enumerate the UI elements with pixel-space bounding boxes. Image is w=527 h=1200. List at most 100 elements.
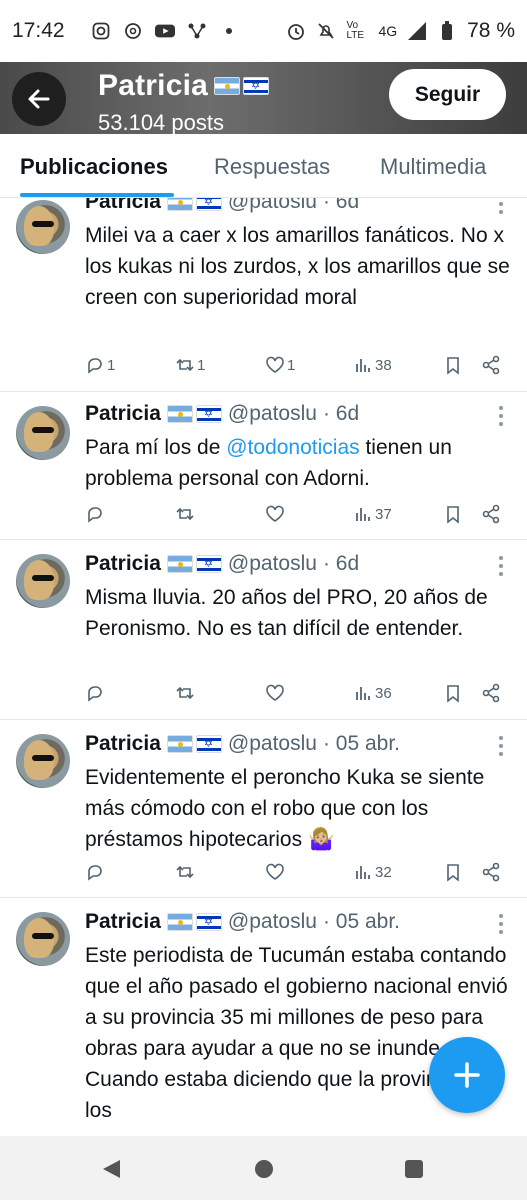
alarm-icon	[286, 21, 306, 41]
repost-button[interactable]	[175, 504, 195, 524]
repost-button[interactable]	[175, 862, 195, 882]
views-button[interactable]: 32	[353, 862, 392, 882]
like-icon	[266, 684, 284, 701]
nav-home-icon[interactable]	[253, 1158, 275, 1180]
share-icon	[482, 355, 500, 375]
tweet-actions: 36	[85, 683, 515, 709]
reply-button[interactable]	[85, 683, 105, 703]
share-button[interactable]	[481, 504, 501, 524]
status-time: 17:42	[12, 19, 65, 42]
tab-multimedia[interactable]: Multimedia	[380, 154, 486, 180]
battery-icon	[437, 21, 457, 41]
israel-flag-icon	[195, 405, 222, 423]
compose-button[interactable]	[429, 1037, 505, 1113]
instagram-icon	[91, 21, 111, 41]
israel-flag-icon	[243, 77, 269, 95]
more-options-icon[interactable]	[499, 198, 505, 218]
avatar[interactable]	[16, 912, 70, 966]
mute-icon	[316, 21, 336, 41]
tweet-header: Patricia @patoslu · 05 abr.	[85, 732, 400, 756]
like-button[interactable]	[265, 683, 285, 703]
more-options-icon[interactable]	[499, 556, 505, 580]
share-icon	[482, 504, 500, 524]
argentina-flag-icon	[166, 735, 193, 753]
argentina-flag-icon	[166, 555, 193, 573]
reply-button[interactable]	[85, 862, 105, 882]
like-button[interactable]	[265, 504, 285, 524]
reply-icon	[88, 865, 102, 881]
repost-icon	[176, 865, 194, 879]
tweet-header: Patricia @patoslu · 05 abr.	[85, 910, 400, 934]
status-bar: 17:42 Vo LTE 4G 78 %	[0, 0, 527, 62]
more-options-icon[interactable]	[499, 736, 505, 760]
profile-tabs: Publicaciones Respuestas Multimedia	[0, 134, 527, 198]
tweet-actions: 1 1 1 38	[85, 355, 515, 381]
like-icon	[266, 863, 284, 880]
dot-icon	[219, 21, 239, 41]
share-button[interactable]	[481, 355, 501, 375]
signal-icon	[407, 21, 427, 41]
share-button[interactable]	[481, 862, 501, 882]
repost-button[interactable]: 1	[175, 355, 205, 375]
compose-plus-icon	[454, 1062, 480, 1088]
avatar[interactable]	[16, 734, 70, 788]
tweet-header: Patricia @patoslu · 6d	[85, 552, 359, 576]
system-nav-bar	[0, 1136, 527, 1200]
flags	[214, 77, 269, 95]
more-options-icon[interactable]	[499, 406, 505, 430]
tweet-text: Misma lluvia. 20 años del PRO, 20 años d…	[85, 586, 488, 640]
argentina-flag-icon	[166, 198, 193, 211]
tweet-header: Patricia @patoslu · 6d	[85, 198, 359, 214]
bookmark-button[interactable]	[443, 683, 463, 703]
argentina-flag-icon	[166, 913, 193, 931]
views-button[interactable]: 36	[353, 683, 392, 703]
tab-publicaciones[interactable]: Publicaciones	[20, 154, 168, 180]
avatar[interactable]	[16, 406, 70, 460]
reply-button[interactable]: 1	[85, 355, 115, 375]
nav-recents-icon[interactable]	[403, 1158, 425, 1180]
tweet[interactable]: Patricia @patoslu · 6d Milei va a caer x…	[0, 198, 527, 392]
threads-icon	[123, 21, 143, 41]
mention-link[interactable]: @todonoticias	[226, 436, 359, 459]
back-button[interactable]	[12, 72, 66, 126]
views-icon	[356, 687, 370, 700]
network-share-icon	[187, 21, 207, 41]
share-icon	[482, 862, 500, 882]
bookmark-button[interactable]	[443, 504, 463, 524]
nav-back-icon[interactable]	[100, 1158, 122, 1180]
repost-icon	[176, 686, 194, 700]
views-button[interactable]: 37	[353, 504, 392, 524]
tweet[interactable]: Patricia @patoslu · 05 abr. Evidentement…	[0, 720, 527, 898]
youtube-icon	[154, 21, 175, 41]
battery-level: 78 %	[467, 19, 515, 42]
argentina-flag-icon	[166, 405, 193, 423]
bookmark-button[interactable]	[443, 355, 463, 375]
tweet-header: Patricia @patoslu · 6d	[85, 402, 359, 426]
bookmark-icon	[447, 357, 459, 375]
bookmark-icon	[447, 864, 459, 882]
tweet[interactable]: Patricia @patoslu · 6d Para mí los de @t…	[0, 392, 527, 540]
reply-button[interactable]	[85, 504, 105, 524]
follow-button[interactable]: Seguir	[389, 69, 506, 120]
share-button[interactable]	[481, 683, 501, 703]
bookmark-button[interactable]	[443, 862, 463, 882]
views-icon	[356, 359, 370, 372]
like-button[interactable]: 1	[265, 355, 295, 375]
repost-button[interactable]	[175, 683, 195, 703]
like-icon	[266, 356, 284, 373]
avatar[interactable]	[16, 200, 70, 254]
tweet[interactable]: Patricia @patoslu · 6d Misma lluvia. 20 …	[0, 540, 527, 720]
timeline[interactable]: Patricia @patoslu · 6d Milei va a caer x…	[0, 198, 527, 1136]
tweet-actions: 37	[85, 504, 515, 530]
profile-header: Patricia 53.104 posts Seguir	[0, 62, 527, 134]
views-icon	[356, 508, 370, 521]
views-button[interactable]: 38	[353, 355, 392, 375]
avatar[interactable]	[16, 554, 70, 608]
profile-name: Patricia	[98, 69, 269, 103]
tweet-text: Evidentemente el peroncho Kuka se siente…	[85, 766, 485, 851]
argentina-flag-icon	[214, 77, 240, 95]
bookmark-icon	[447, 685, 459, 703]
like-button[interactable]	[265, 862, 285, 882]
more-options-icon[interactable]	[499, 914, 505, 938]
tab-respuestas[interactable]: Respuestas	[214, 154, 330, 180]
